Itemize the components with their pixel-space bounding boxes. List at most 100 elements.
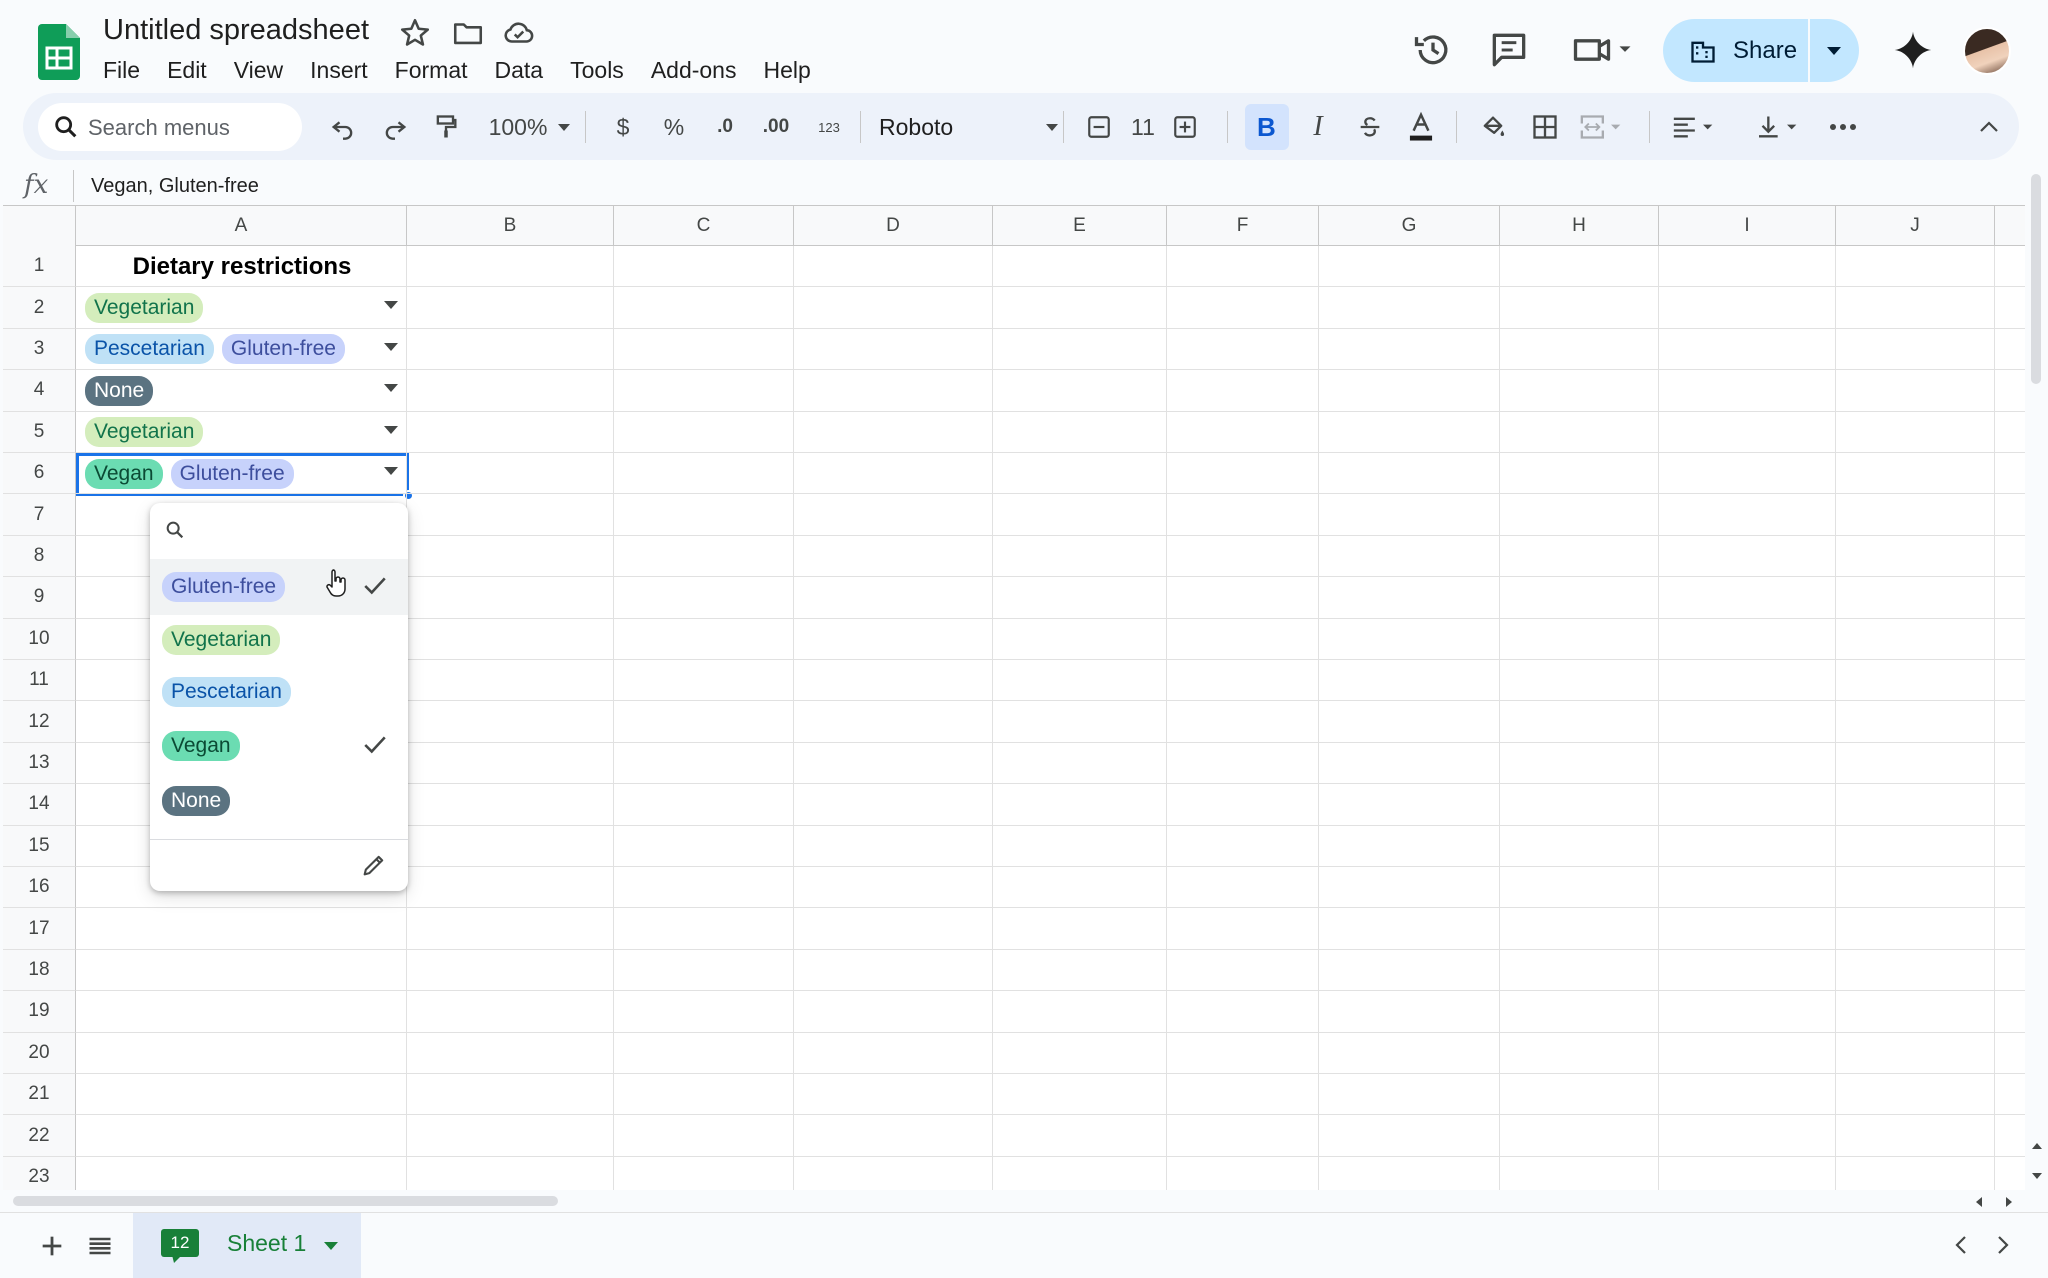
- cell-dropdown-arrow-icon[interactable]: [383, 425, 399, 435]
- edit-dropdown-pencil-icon[interactable]: [360, 851, 388, 879]
- scroll-left-arrow-icon[interactable]: [1975, 1196, 1983, 1208]
- row-header-16[interactable]: 16: [3, 867, 76, 909]
- search-menus-input[interactable]: Search menus: [38, 103, 302, 151]
- font-family-select[interactable]: Roboto: [879, 107, 1059, 147]
- cell-dropdown-arrow-icon[interactable]: [383, 342, 399, 352]
- column-header-e[interactable]: E: [993, 206, 1167, 246]
- column-header-b[interactable]: B: [407, 206, 614, 246]
- row-header-23[interactable]: 23: [3, 1156, 76, 1190]
- star-icon[interactable]: [398, 16, 432, 50]
- cell-a6[interactable]: Vegan Gluten-free: [77, 453, 407, 494]
- number-format-button[interactable]: 123: [809, 107, 849, 147]
- vertical-align-icon[interactable]: [1747, 107, 1813, 147]
- share-button[interactable]: Share: [1663, 19, 1859, 82]
- column-header-d[interactable]: D: [794, 206, 993, 246]
- row-header-3[interactable]: 3: [3, 328, 76, 371]
- font-size-input[interactable]: 11: [1123, 107, 1163, 147]
- cell-a3[interactable]: Pescetarian Gluten-free: [77, 329, 407, 370]
- row-header-19[interactable]: 19: [3, 991, 76, 1033]
- vertical-scroll-thumb[interactable]: [2031, 174, 2041, 384]
- row-header-7[interactable]: 7: [3, 494, 76, 536]
- add-sheet-plus-icon[interactable]: [38, 1232, 66, 1260]
- row-header-13[interactable]: 13: [3, 742, 76, 785]
- chip-vegetarian[interactable]: Vegetarian: [85, 292, 204, 323]
- column-header-c[interactable]: C: [614, 206, 794, 246]
- row-header-18[interactable]: 18: [3, 949, 76, 992]
- row-header-9[interactable]: 9: [3, 577, 76, 619]
- scroll-down-arrow-icon[interactable]: [2031, 1172, 2043, 1180]
- paint-format-icon[interactable]: [426, 107, 466, 147]
- horizontal-align-icon[interactable]: [1663, 107, 1729, 147]
- percent-format-button[interactable]: %: [656, 107, 692, 147]
- more-options-icon[interactable]: [1823, 107, 1863, 147]
- horizontal-scrollbar[interactable]: [3, 1190, 2025, 1212]
- chip-pescetarian[interactable]: Pescetarian: [85, 334, 214, 365]
- dropdown-option-glutenfree[interactable]: Gluten-free: [150, 559, 408, 615]
- cell-a4[interactable]: None: [77, 370, 407, 411]
- cell-dropdown-arrow-icon[interactable]: [383, 300, 399, 310]
- row-header-17[interactable]: 17: [3, 908, 76, 950]
- meet-call-icon[interactable]: [1568, 28, 1638, 72]
- strikethrough-icon[interactable]: [1350, 107, 1390, 147]
- row-header-4[interactable]: 4: [3, 370, 76, 412]
- row-header-11[interactable]: 11: [3, 660, 76, 702]
- chip-glutenfree[interactable]: Gluten-free: [221, 334, 345, 365]
- row-header-1[interactable]: 1: [3, 246, 76, 288]
- document-title[interactable]: Untitled spreadsheet: [103, 14, 369, 47]
- share-main[interactable]: Share: [1663, 19, 1807, 82]
- row-header-2[interactable]: 2: [3, 287, 76, 329]
- menu-view[interactable]: View: [234, 57, 283, 84]
- menu-edit[interactable]: Edit: [167, 57, 207, 84]
- borders-icon[interactable]: [1525, 107, 1565, 147]
- cell-a5[interactable]: Vegetarian: [77, 412, 407, 453]
- row-header-5[interactable]: 5: [3, 411, 76, 453]
- menu-file[interactable]: File: [103, 57, 140, 84]
- sheet-menu-chevron-icon[interactable]: [323, 1241, 339, 1251]
- column-header-f[interactable]: F: [1167, 206, 1319, 246]
- dropdown-option-none[interactable]: None: [150, 776, 408, 826]
- collapse-toolbar-chevron-icon[interactable]: [1969, 107, 2009, 147]
- scroll-up-arrow-icon[interactable]: [2031, 1142, 2043, 1150]
- all-sheets-list-icon[interactable]: [86, 1232, 114, 1260]
- row-header-8[interactable]: 8: [3, 535, 76, 578]
- dropdown-option-pescetarian[interactable]: Pescetarian: [150, 667, 408, 717]
- sheet-prev-chevron-icon[interactable]: [1950, 1233, 1974, 1257]
- menu-data[interactable]: Data: [495, 57, 544, 84]
- bold-button[interactable]: B: [1245, 104, 1289, 150]
- menu-insert[interactable]: Insert: [310, 57, 368, 84]
- select-all-corner[interactable]: [3, 206, 76, 246]
- decrease-font-size-icon[interactable]: [1081, 107, 1117, 147]
- italic-icon[interactable]: I: [1298, 107, 1338, 147]
- user-avatar[interactable]: [1963, 27, 2011, 75]
- sheet-tab-sheet1[interactable]: 12 Sheet 1: [133, 1213, 361, 1278]
- row-header-21[interactable]: 21: [3, 1074, 76, 1116]
- currency-format-button[interactable]: $: [605, 107, 641, 147]
- chip-vegetarian[interactable]: Vegetarian: [85, 417, 204, 448]
- comments-icon[interactable]: [1487, 28, 1531, 72]
- row-header-12[interactable]: 12: [3, 701, 76, 743]
- scroll-right-arrow-icon[interactable]: [2005, 1196, 2013, 1208]
- redo-icon[interactable]: [375, 107, 415, 147]
- increase-decimal-button[interactable]: .00: [755, 107, 797, 147]
- column-header-a[interactable]: A: [76, 206, 407, 246]
- merge-cells-icon[interactable]: [1575, 107, 1633, 147]
- row-header-20[interactable]: 20: [3, 1032, 76, 1074]
- cell-a2[interactable]: Vegetarian: [77, 287, 407, 328]
- row-header-14[interactable]: 14: [3, 784, 76, 826]
- menu-tools[interactable]: Tools: [570, 57, 624, 84]
- cell-a1-header[interactable]: Dietary restrictions: [77, 246, 407, 287]
- zoom-select[interactable]: 100%: [475, 107, 585, 147]
- row-header-22[interactable]: 22: [3, 1115, 76, 1157]
- chip-vegan[interactable]: Vegan: [85, 458, 163, 489]
- horizontal-scroll-thumb[interactable]: [13, 1196, 558, 1206]
- cell-dropdown-arrow-icon[interactable]: [383, 466, 399, 476]
- decrease-decimal-button[interactable]: .0: [705, 107, 745, 147]
- folder-icon[interactable]: [451, 16, 485, 50]
- formula-input[interactable]: Vegan, Gluten-free: [91, 175, 259, 198]
- column-header-g[interactable]: G: [1319, 206, 1500, 246]
- row-header-10[interactable]: 10: [3, 618, 76, 660]
- row-header-6[interactable]: 6: [3, 453, 76, 495]
- text-color-icon[interactable]: [1401, 107, 1441, 147]
- version-history-icon[interactable]: [1411, 28, 1455, 72]
- column-header-i[interactable]: I: [1659, 206, 1836, 246]
